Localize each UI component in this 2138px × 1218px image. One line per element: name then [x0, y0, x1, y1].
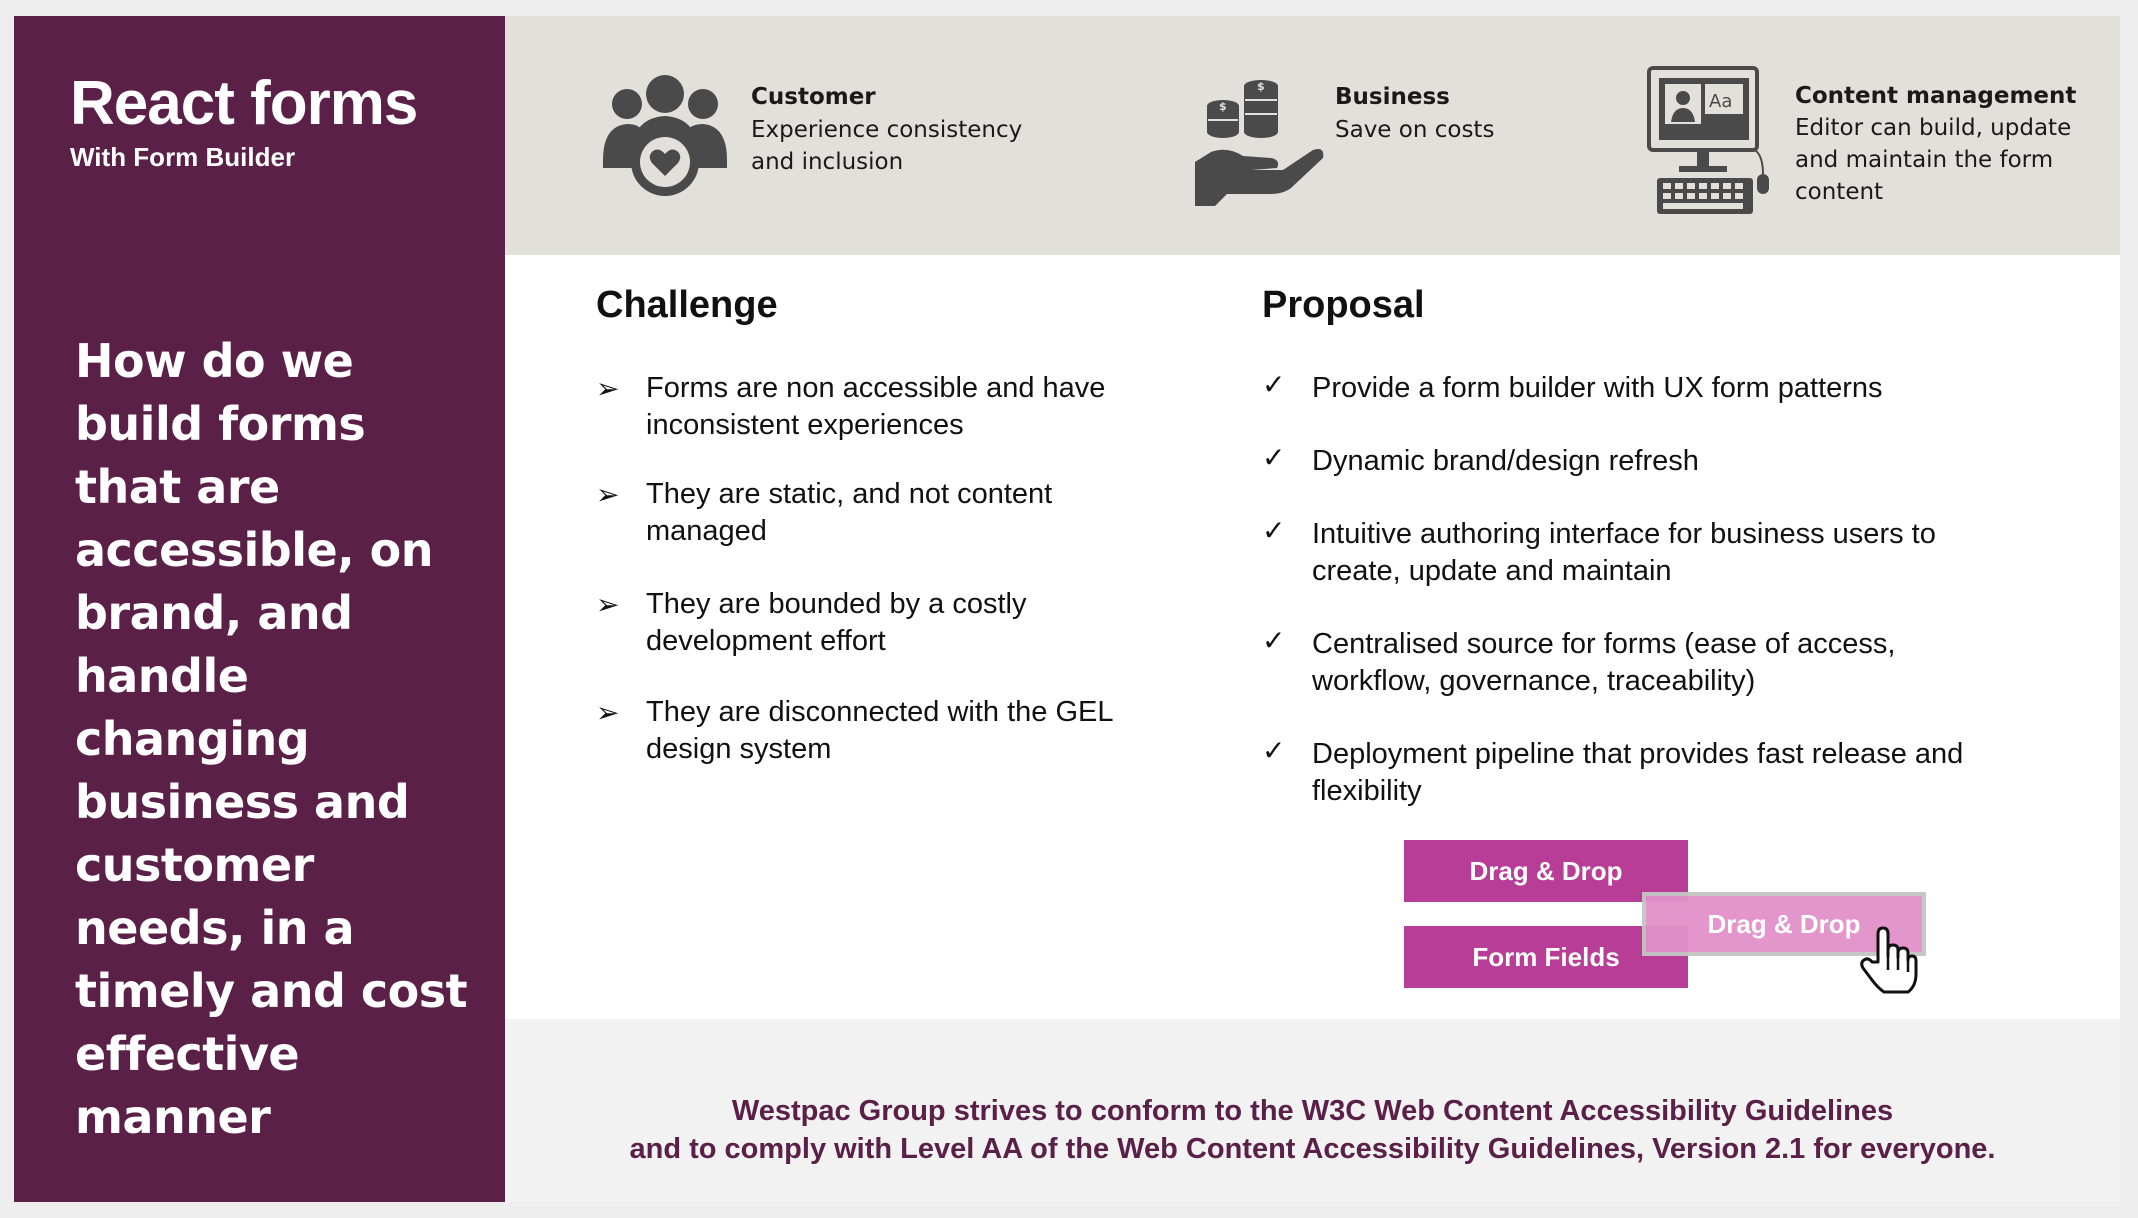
proposal-heading: Proposal: [1262, 284, 1425, 326]
checkmark-icon: ✓: [1262, 735, 1286, 766]
benefit-title: Customer: [751, 84, 876, 110]
list-item-text: Forms are non accessible and have incons…: [646, 372, 1106, 441]
computer-editor-icon: Aa: [1647, 66, 1769, 214]
accessibility-statement: Westpac Group strives to conform to the …: [505, 1019, 2120, 1202]
arrow-bullet-icon: ➢: [596, 479, 620, 510]
list-item: ✓ Centralised source for forms (ease of …: [1262, 625, 2022, 700]
list-item: ✓ Intuitive authoring interface for busi…: [1262, 515, 2022, 590]
list-item: ➢ They are bounded by a costly developme…: [596, 586, 1156, 660]
hand-coins-icon: $ $: [1195, 80, 1324, 206]
svg-text:Aa: Aa: [1709, 91, 1732, 112]
svg-text:$: $: [1219, 100, 1227, 113]
benefit-title: Content management: [1795, 83, 2077, 109]
arrow-bullet-icon: ➢: [596, 697, 620, 728]
benefit-description: Save on costs: [1335, 117, 1495, 143]
accessibility-statement-line-1: Westpac Group strives to conform to the …: [731, 1095, 1894, 1127]
arrow-bullet-icon: ➢: [596, 589, 620, 620]
list-item: ✓ Provide a form builder with UX form pa…: [1262, 369, 2022, 407]
checkmark-icon: ✓: [1262, 442, 1286, 473]
checkmark-icon: ✓: [1262, 369, 1286, 400]
problem-statement: How do we build forms that are accessibl…: [75, 334, 468, 1144]
benefits-band: Customer Experience consistency and incl…: [505, 16, 2120, 255]
benefit-description: Editor can build, update and maintain th…: [1795, 115, 2072, 205]
list-item: ➢ They are static, and not content manag…: [596, 476, 1156, 550]
hand-pointer-icon: [1860, 926, 1918, 994]
accessibility-statement-line-2: and to comply with Level AA of the Web C…: [629, 1133, 1996, 1165]
page-subtitle: With Form Builder: [70, 142, 296, 172]
challenge-list: ➢ Forms are non accessible and have inco…: [596, 370, 1156, 768]
customer-heart-icon: [603, 75, 727, 196]
sidebar-panel: React forms With Form Builder How do we …: [14, 16, 505, 1202]
list-item-text: They are disconnected with the GEL desig…: [646, 696, 1113, 765]
slide: React forms With Form Builder How do we …: [14, 16, 2120, 1202]
list-item: ➢ They are disconnected with the GEL des…: [596, 694, 1156, 768]
arrow-bullet-icon: ➢: [596, 373, 620, 404]
list-item-text: Centralised source for forms (ease of ac…: [1312, 628, 1896, 697]
checkmark-icon: ✓: [1262, 625, 1286, 656]
benefit-description: Experience consistency and inclusion: [751, 117, 1023, 175]
list-item-text: Dynamic brand/design refresh: [1312, 445, 1699, 477]
list-item-text: Provide a form builder with UX form patt…: [1312, 372, 1883, 404]
list-item: ➢ Forms are non accessible and have inco…: [596, 370, 1156, 444]
challenge-heading: Challenge: [596, 284, 778, 326]
proposal-list: ✓ Provide a form builder with UX form pa…: [1262, 369, 2022, 810]
checkmark-icon: ✓: [1262, 515, 1286, 546]
list-item-text: They are static, and not content managed: [646, 478, 1053, 547]
list-item-text: They are bounded by a costly development…: [646, 588, 1027, 657]
list-item-text: Deployment pipeline that provides fast r…: [1312, 738, 1964, 807]
list-item-text: Intuitive authoring interface for busine…: [1312, 518, 1936, 587]
list-item: ✓ Deployment pipeline that provides fast…: [1262, 735, 2022, 810]
page-title: React forms: [70, 69, 418, 138]
benefit-title: Business: [1335, 84, 1450, 110]
list-item: ✓ Dynamic brand/design refresh: [1262, 442, 2022, 480]
svg-text:$: $: [1257, 80, 1265, 93]
